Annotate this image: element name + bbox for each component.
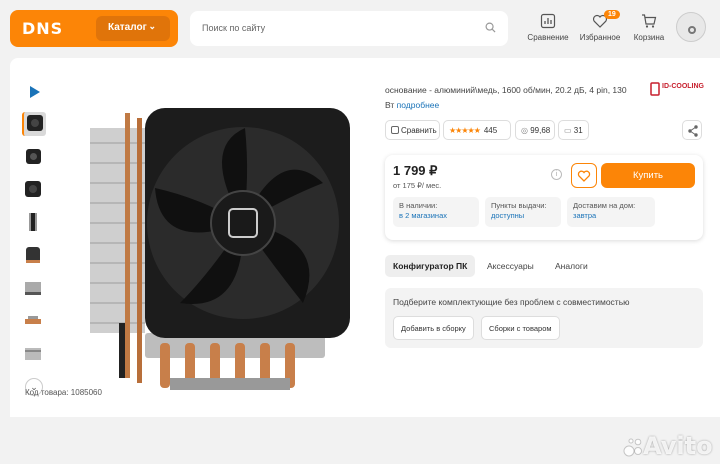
cart-icon	[642, 14, 657, 28]
site-header: DNS Каталог ⌄ Поиск по сайту Сравнение 1…	[0, 0, 720, 55]
price-box: 1 799 ₽ от 175 ₽/ мес. i Купить В наличи…	[385, 155, 703, 240]
favorites-badge: 19	[604, 10, 620, 19]
info-icon[interactable]: i	[551, 169, 562, 180]
chevron-down-icon: ⌄	[148, 21, 156, 31]
compare-label: Сравнение	[527, 33, 569, 42]
tab-accessories[interactable]: Аксессуары	[479, 255, 542, 277]
favorites-nav[interactable]: 19 Избранное	[572, 10, 628, 42]
pickup-label: Пункты выдачи:	[491, 201, 547, 210]
thumbnail[interactable]	[22, 310, 46, 334]
thumbnail[interactable]	[22, 112, 46, 136]
avito-logo-icon	[623, 438, 642, 457]
product-description: основание - алюминий\медь, 1600 об/мин, …	[385, 83, 645, 113]
description-text: основание - алюминий\медь, 1600 об/мин, …	[385, 85, 627, 95]
reliability-value: 99,68	[530, 126, 551, 135]
heart-icon	[577, 170, 591, 182]
more-link[interactable]: подробнее	[397, 100, 440, 110]
configurator-panel: Подберите комплектующие без проблем с со…	[385, 288, 703, 348]
brand-logo[interactable]: ID-COOLING	[650, 81, 706, 97]
brand-name: ID-COOLING	[662, 83, 704, 90]
pickup-value: доступны	[491, 211, 525, 220]
checkbox-icon	[391, 126, 399, 134]
thumbnail[interactable]	[22, 178, 46, 202]
thumbnail[interactable]	[22, 211, 46, 235]
thumbnail[interactable]	[22, 145, 46, 169]
home-delivery[interactable]: Доставим на дом: завтра	[567, 197, 655, 227]
buy-button[interactable]: Купить	[601, 163, 695, 188]
logo-bar: DNS Каталог ⌄	[10, 10, 178, 47]
comments-chip[interactable]: ▭ 31	[558, 120, 589, 140]
avatar[interactable]	[676, 12, 706, 42]
price: 1 799 ₽	[393, 163, 438, 178]
compare-text: Сравнить	[401, 126, 437, 135]
cart-nav[interactable]: Корзина	[621, 13, 677, 42]
share-button[interactable]	[682, 120, 702, 140]
delivery-value: завтра	[573, 211, 597, 220]
availability-label: В наличии:	[399, 201, 438, 210]
avatar-icon	[688, 26, 696, 34]
catalog-label: Каталог	[108, 22, 147, 33]
dns-logo[interactable]: DNS	[22, 19, 63, 38]
search-icon[interactable]	[485, 22, 496, 33]
tab-configurator[interactable]: Конфигуратор ПК	[385, 255, 476, 277]
delivery-label: Доставим на дом:	[573, 201, 636, 210]
compare-nav[interactable]: Сравнение	[520, 13, 576, 42]
comment-icon: ▭	[564, 126, 572, 135]
thumbnail[interactable]	[22, 244, 46, 268]
availability-value: в 2 магазинах	[399, 211, 447, 220]
comments-count: 31	[573, 126, 583, 135]
cart-label: Корзина	[633, 33, 665, 42]
product-image	[90, 108, 350, 390]
product-code: Код товара: 1085060	[25, 388, 102, 397]
builds-with-product-button[interactable]: Сборки с товаром	[481, 316, 560, 340]
thumbnail[interactable]	[22, 277, 46, 301]
add-to-build-button[interactable]: Добавить в сборку	[393, 316, 474, 340]
star-rating-icon: ★★★★★	[449, 126, 481, 135]
chart-icon	[540, 13, 556, 29]
share-icon	[688, 125, 698, 137]
add-to-favorites-button[interactable]	[571, 163, 597, 188]
search-placeholder: Поиск по сайту	[202, 23, 266, 33]
reliability-chip[interactable]: ◎ 99,68	[515, 120, 555, 140]
compare-checkbox[interactable]: Сравнить	[385, 120, 440, 140]
description-tail: Вт	[385, 100, 395, 110]
configurator-text: Подберите комплектующие без проблем с со…	[393, 297, 630, 307]
catalog-button[interactable]: Каталог ⌄	[96, 16, 170, 41]
favorites-label: Избранное	[579, 33, 621, 42]
pickup-points[interactable]: Пункты выдачи: доступны	[485, 197, 561, 227]
credit-offer[interactable]: от 175 ₽/ мес.	[393, 181, 441, 190]
avito-text: Avito	[643, 432, 713, 460]
avito-watermark: Avito	[623, 430, 720, 464]
rating-count: 445	[483, 126, 498, 135]
search-input[interactable]: Поиск по сайту	[190, 11, 508, 46]
thumbnail[interactable]	[22, 343, 46, 367]
brand-icon	[650, 82, 660, 96]
rating-chip[interactable]: ★★★★★ 445	[443, 120, 511, 140]
play-video-icon[interactable]	[24, 82, 44, 102]
tab-analogs[interactable]: Аналоги	[547, 255, 596, 277]
availability-stores[interactable]: В наличии: в 2 магазинах	[393, 197, 479, 227]
shield-icon: ◎	[521, 126, 528, 135]
product-card: ⌄ Код товара: 1085060 основание - алюмин…	[10, 58, 720, 460]
